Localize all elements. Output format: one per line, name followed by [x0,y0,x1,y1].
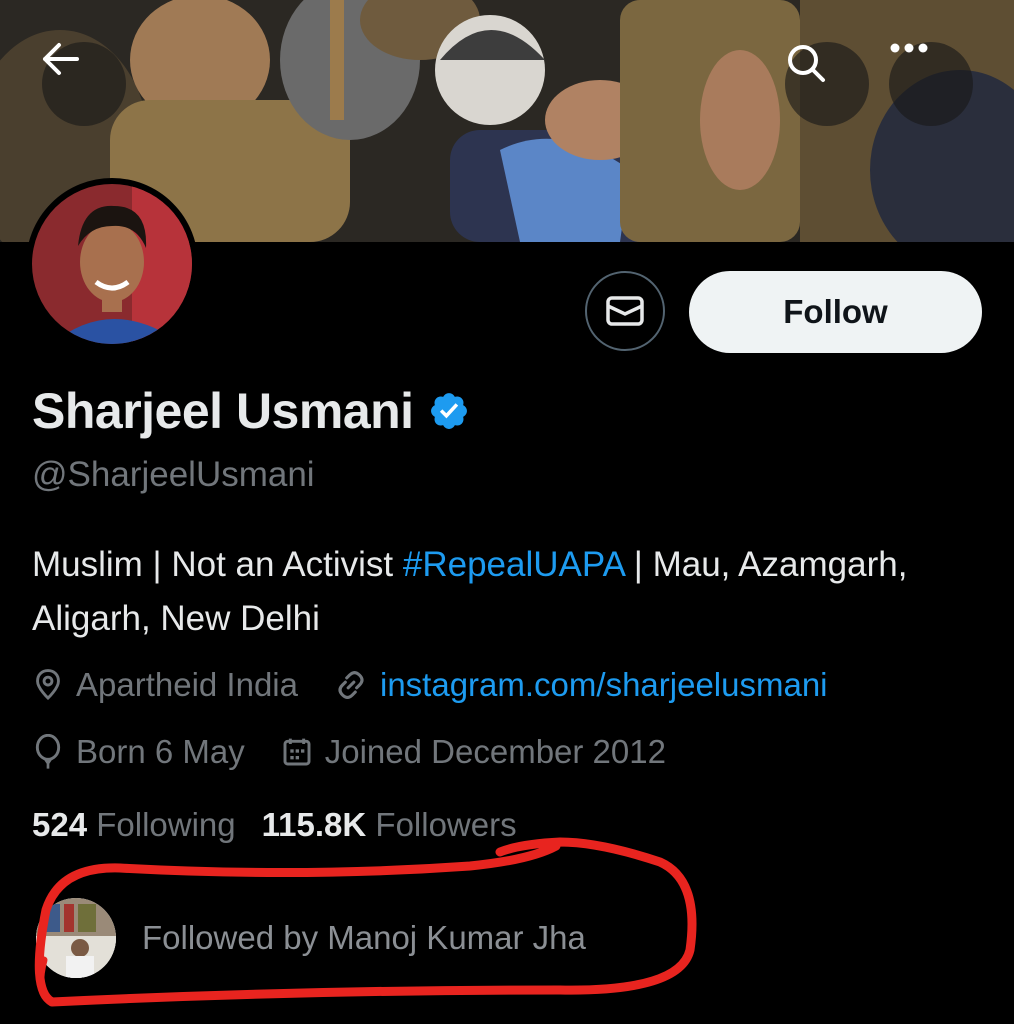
mutual-followers[interactable]: Followed by Manoj Kumar Jha [36,898,586,978]
location-pin-icon [36,669,60,701]
joined-item: Joined December 2012 [281,733,666,771]
avatar-photo [32,184,192,344]
back-button[interactable] [42,42,126,126]
message-button[interactable] [585,271,665,351]
envelope-icon [606,296,644,326]
birthday-item: Born 6 May [32,733,245,771]
more-options-button[interactable] [889,42,973,126]
profile-bio: Muslim | Not an Activist #RepealUAPA | M… [32,538,972,646]
profile-page: Follow Sharjeel Usmani @SharjeelUsmani M… [0,0,1014,1024]
profile-avatar[interactable] [26,178,198,350]
followers-label: Followers [375,806,517,843]
following-stat[interactable]: 524 Following [32,806,236,844]
followers-count: 115.8K [261,806,367,843]
profile-meta-row-2: Born 6 May Joined December 2012 [32,733,702,771]
link-icon [338,671,364,699]
follow-stats: 524 Following 115.8K Followers [32,806,517,844]
display-name: Sharjeel Usmani [32,383,414,439]
more-dots-icon [890,43,928,53]
followers-stat[interactable]: 115.8K Followers [262,806,517,844]
profile-meta-row-1: Apartheid India instagram.com/sharjeelus… [32,666,864,704]
calendar-icon [283,738,311,766]
verified-badge-icon[interactable] [428,390,470,432]
location-text: Apartheid India [76,666,298,703]
following-label: Following [96,806,236,843]
follow-button[interactable]: Follow [689,271,982,353]
search-button[interactable] [785,42,869,126]
arrow-left-icon [43,43,79,75]
mutual-followers-text: Followed by Manoj Kumar Jha [142,919,586,956]
joined-text: Joined December 2012 [324,733,666,770]
bio-text-start: Muslim | Not an Activist [32,545,403,584]
bio-hashtag-link[interactable]: #RepealUAPA [403,545,624,584]
following-count: 524 [32,806,88,843]
balloon-icon [35,734,61,769]
user-handle: @SharjeelUsmani [32,455,315,494]
location-item: Apartheid India [32,666,298,704]
mutual-avatar-photo [36,898,116,978]
birthday-text: Born 6 May [76,733,245,770]
name-row: Sharjeel Usmani [32,382,470,440]
mutual-follower-avatar [36,898,116,978]
search-icon [788,45,825,82]
website-item[interactable]: instagram.com/sharjeelusmani [334,666,828,704]
website-link[interactable]: instagram.com/sharjeelusmani [380,666,828,704]
